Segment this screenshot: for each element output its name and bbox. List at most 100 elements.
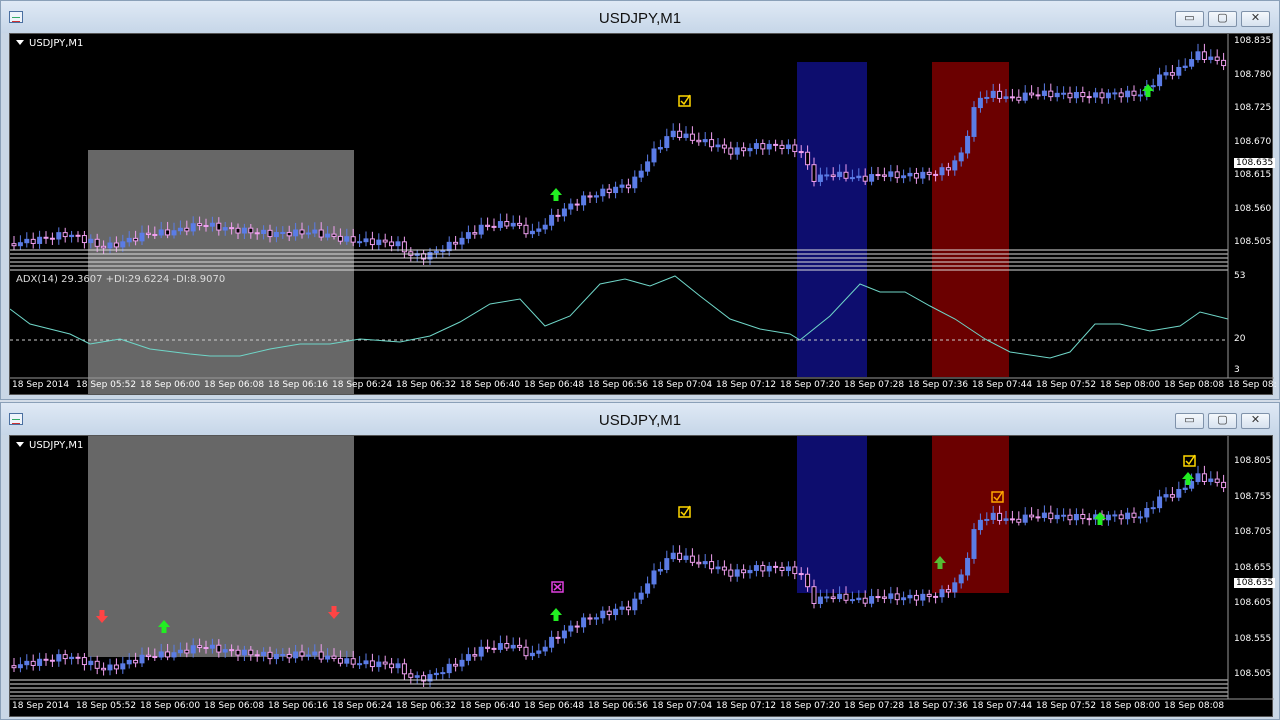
candle	[805, 573, 811, 588]
price-tick: 108.615	[1234, 170, 1272, 180]
candle	[299, 229, 305, 235]
maximize-button[interactable]: ▢	[1208, 413, 1237, 429]
candle	[1208, 56, 1214, 60]
candle	[549, 214, 555, 226]
candle	[721, 144, 727, 149]
time-tick: 18 Sep 2014	[12, 701, 70, 711]
symbol-header[interactable]: USDJPY,M1	[16, 38, 83, 49]
candle	[1131, 512, 1137, 518]
time-tick: 18 Sep 07:04	[652, 701, 713, 711]
chart-window-bottom[interactable]: USDJPY,M1 ▭ ▢ ✕ USDJPY,M1 108.805 108.755…	[0, 402, 1280, 720]
candle	[171, 230, 177, 236]
candle	[465, 232, 471, 239]
symbol-header[interactable]: USDJPY,M1	[16, 440, 83, 451]
price-chart-svg[interactable]	[10, 436, 1274, 718]
time-tick: 18 Sep 07:20	[780, 701, 841, 711]
title-bar[interactable]: USDJPY,M1 ▭ ▢ ✕	[1, 403, 1279, 435]
candle	[43, 236, 49, 239]
minimize-button[interactable]: ▭	[1175, 11, 1204, 27]
gray-zone	[88, 150, 354, 394]
title-bar[interactable]: USDJPY,M1 ▭ ▢ ✕	[1, 1, 1279, 33]
candle	[81, 657, 87, 666]
candle	[619, 184, 625, 188]
time-tick: 18 Sep 08:08	[1164, 380, 1225, 390]
candle	[920, 593, 926, 601]
candle	[1080, 92, 1086, 98]
candle	[907, 594, 913, 599]
time-tick: 18 Sep 07:28	[844, 701, 905, 711]
candle	[1080, 514, 1086, 520]
close-button[interactable]: ✕	[1241, 413, 1270, 429]
candle	[894, 593, 900, 601]
dropdown-triangle-icon[interactable]	[16, 442, 24, 447]
candle	[113, 664, 119, 670]
candle	[581, 617, 587, 628]
candle	[709, 139, 715, 148]
candle	[651, 570, 657, 585]
candle	[702, 139, 708, 143]
window-title: USDJPY,M1	[598, 412, 682, 429]
candle	[17, 242, 23, 247]
candle	[1195, 473, 1201, 483]
candle	[792, 144, 798, 153]
candle	[677, 130, 683, 138]
candle	[1073, 92, 1079, 99]
candle	[350, 658, 356, 665]
candle	[1221, 481, 1227, 489]
candle	[1189, 59, 1195, 67]
candle	[817, 174, 823, 182]
candle	[357, 663, 363, 666]
candle	[785, 566, 791, 571]
candle	[542, 224, 548, 230]
candle	[1048, 90, 1054, 98]
candle	[267, 651, 273, 660]
candle	[824, 596, 830, 599]
candle	[542, 646, 548, 652]
time-tick: 18 Sep 05:52	[76, 380, 137, 390]
candle	[145, 654, 151, 657]
price-chart-svg[interactable]	[10, 34, 1274, 396]
candle	[664, 558, 670, 570]
candle	[1105, 92, 1111, 99]
candle	[1099, 92, 1105, 99]
candle	[670, 552, 676, 560]
close-icon: ✕	[1250, 12, 1261, 24]
candle	[17, 664, 23, 669]
maximize-icon: ▢	[1217, 12, 1228, 24]
candle	[459, 659, 465, 667]
dropdown-triangle-icon[interactable]	[16, 40, 24, 45]
candle	[645, 161, 651, 172]
candle	[337, 235, 343, 242]
minimize-button[interactable]: ▭	[1175, 413, 1204, 429]
candle	[1182, 65, 1188, 68]
candle	[856, 175, 862, 179]
maximize-button[interactable]: ▢	[1208, 11, 1237, 27]
time-tick: 18 Sep 06:32	[396, 380, 457, 390]
close-button[interactable]: ✕	[1241, 11, 1270, 27]
candle	[625, 606, 631, 611]
chart-area[interactable]: USDJPY,M1 ADX(14) 29.3607 +DI:29.6224 -D…	[9, 33, 1277, 396]
candle	[248, 649, 254, 656]
current-price-label: 108.635	[1234, 578, 1276, 588]
current-price-label: 108.635	[1234, 158, 1276, 168]
chart-area[interactable]: USDJPY,M1 108.805 108.755 108.705 108.655 10…	[9, 435, 1276, 718]
candle	[1201, 51, 1207, 60]
candle	[1137, 94, 1143, 97]
candle	[779, 144, 785, 149]
candle	[523, 646, 529, 657]
candle	[856, 597, 862, 601]
candle	[395, 663, 401, 669]
candle	[593, 617, 599, 620]
candle	[49, 237, 55, 240]
candle	[990, 90, 996, 98]
candle	[536, 228, 542, 232]
candle	[1131, 90, 1137, 96]
candle	[677, 552, 683, 560]
candle	[1022, 514, 1028, 523]
chart-window-top[interactable]: USDJPY,M1 ▭ ▢ ✕ USDJPY,M1 ADX(14) 29.360…	[0, 0, 1280, 400]
candle	[709, 561, 715, 570]
candle	[600, 610, 606, 619]
time-tick: 18 Sep 07:44	[972, 701, 1033, 711]
candle	[971, 107, 977, 137]
candle	[926, 593, 932, 597]
